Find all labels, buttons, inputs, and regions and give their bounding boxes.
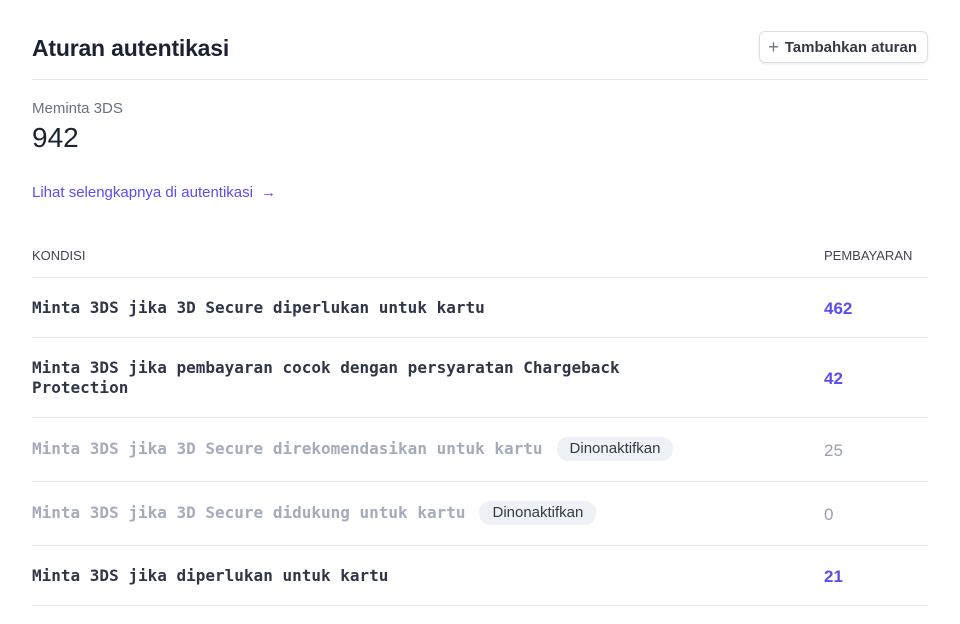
rule-condition-text: Minta 3DS jika 3D Secure direkomendasika… <box>32 439 543 458</box>
rule-condition: Minta 3DS jika 3D Secure diperlukan untu… <box>32 298 672 318</box>
table-row[interactable]: Minta 3DS jika 3D Secure didukung untuk … <box>32 482 928 546</box>
payments-count[interactable]: 42 <box>824 369 843 389</box>
view-more-label: Lihat selengkapnya di autentikasi <box>32 184 253 201</box>
page-title: Aturan autentikasi <box>32 35 230 61</box>
rule-condition: Minta 3DS jika pembayaran cocok dengan p… <box>32 358 672 398</box>
column-header-condition: KONDISI <box>32 248 86 263</box>
add-rule-label: Tambahkan aturan <box>784 38 917 56</box>
status-badge: Dinonaktifkan <box>479 501 597 525</box>
payments-count[interactable]: 0 <box>824 505 833 525</box>
payments-count[interactable]: 462 <box>824 299 852 319</box>
rule-condition-text: Minta 3DS jika pembayaran cocok dengan p… <box>32 358 620 397</box>
table-row[interactable]: Minta 3DS jika 3D Secure diperlukan untu… <box>32 278 928 338</box>
rule-condition-text: Minta 3DS jika diperlukan untuk kartu <box>32 566 389 585</box>
table-header: KONDISI PEMBAYARAN <box>32 246 928 278</box>
status-badge: Dinonaktifkan <box>556 437 674 461</box>
table-row[interactable]: Minta 3DS jika pembayaran cocok dengan p… <box>32 338 928 418</box>
rule-condition: Minta 3DS jika 3D Secure didukung untuk … <box>32 501 732 525</box>
rule-condition: Minta 3DS jika diperlukan untuk kartu <box>32 566 672 586</box>
page-header: Aturan autentikasi + Tambahkan aturan <box>32 31 928 80</box>
column-header-payments: PEMBAYARAN <box>824 248 913 263</box>
view-more-link[interactable]: Lihat selengkapnya di autentikasi → <box>32 184 276 201</box>
arrow-right-icon: → <box>261 184 276 201</box>
rule-condition-text: Minta 3DS jika 3D Secure diperlukan untu… <box>32 298 485 317</box>
payments-count[interactable]: 25 <box>824 441 843 461</box>
table-row[interactable]: Minta 3DS jika 3D Secure direkomendasika… <box>32 418 928 482</box>
metric-label: Meminta 3DS <box>32 100 123 117</box>
add-rule-button[interactable]: + Tambahkan aturan <box>759 31 928 63</box>
metric-value: 942 <box>32 122 79 153</box>
rule-condition: Minta 3DS jika 3D Secure direkomendasika… <box>32 437 732 461</box>
plus-icon: + <box>768 37 779 57</box>
payments-count[interactable]: 21 <box>824 567 843 587</box>
table-row[interactable]: Minta 3DS jika diperlukan untuk kartu 21 <box>32 546 928 606</box>
rule-condition-text: Minta 3DS jika 3D Secure didukung untuk … <box>32 503 466 522</box>
